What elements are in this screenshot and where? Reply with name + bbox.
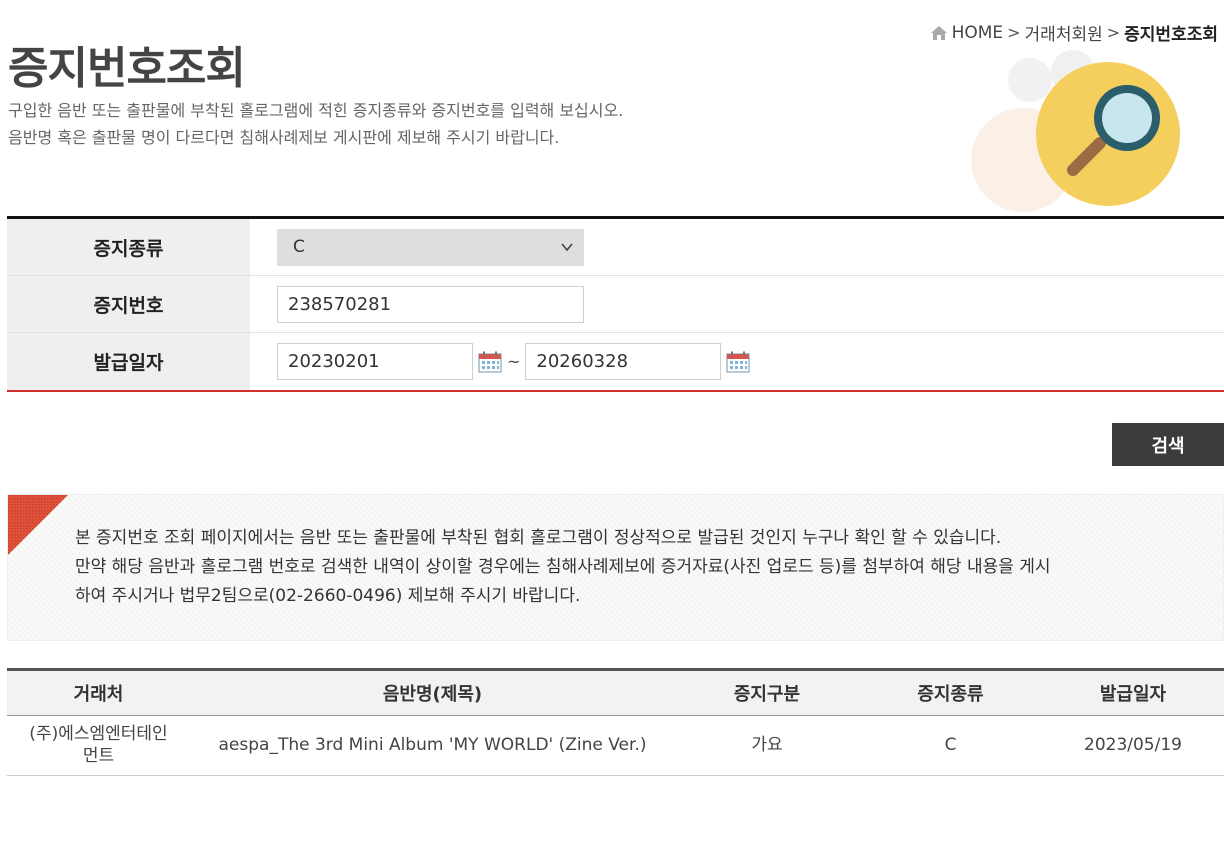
table-header-row: 거래처 음반명(제목) 증지구분 증지종류 발급일자 xyxy=(7,671,1224,716)
corner-decoration-icon xyxy=(8,495,68,555)
column-header-category: 증지구분 xyxy=(675,671,859,716)
result-table: 거래처 음반명(제목) 증지구분 증지종류 발급일자 (주)에스엠엔터테인 먼트… xyxy=(7,668,1224,776)
calendar-icon[interactable] xyxy=(726,351,751,373)
notice-line: 만약 해당 음반과 홀로그램 번호로 검색한 내역이 상이할 경우에는 침해사례… xyxy=(75,557,1051,577)
notice-box: 본 증지번호 조회 페이지에서는 음반 또는 출판물에 부착된 협회 홀로그램이… xyxy=(7,494,1224,641)
cell-date: 2023/05/19 xyxy=(1042,715,1224,776)
page-description: 구입한 음반 또는 출판물에 부착된 홀로그램에 적힌 증지종류와 증지번호를 … xyxy=(8,97,623,151)
cell-title: aespa_The 3rd Mini Album 'MY WORLD' (Zin… xyxy=(190,715,675,776)
notice-text: 본 증지번호 조회 페이지에서는 음반 또는 출판물에 부착된 협회 홀로그램이… xyxy=(75,524,1051,611)
cell-category: 가요 xyxy=(675,715,859,776)
date-cell: 20230201 ~ 20260328 xyxy=(250,333,1224,390)
page-title: 증지번호조회 xyxy=(8,43,246,94)
number-cell: 238570281 xyxy=(250,276,1224,332)
form-row-number: 증지번호 238570281 xyxy=(7,276,1224,333)
cell-type: C xyxy=(859,715,1042,776)
date-to-input[interactable]: 20260328 xyxy=(525,343,722,380)
table-row: (주)에스엠엔터테인 먼트 aespa_The 3rd Mini Album '… xyxy=(7,715,1224,776)
type-cell: C xyxy=(250,219,1224,275)
column-header-title: 음반명(제목) xyxy=(190,671,675,716)
number-label: 증지번호 xyxy=(7,276,250,332)
description-line: 구입한 음반 또는 출판물에 부착된 홀로그램에 적힌 증지종류와 증지번호를 … xyxy=(8,101,624,120)
column-header-date: 발급일자 xyxy=(1042,671,1224,716)
type-label: 증지종류 xyxy=(7,219,250,275)
breadcrumb-separator-icon: > xyxy=(1106,23,1121,42)
type-select-value: C xyxy=(293,237,305,257)
magnifier-illustration xyxy=(971,50,1180,212)
vendor-line: (주)에스엠엔터테인 xyxy=(29,724,168,744)
form-row-type: 증지종류 C xyxy=(7,219,1224,276)
search-form: 증지종류 C 증지번호 238570281 발급일자 20230201 ~ 20… xyxy=(7,216,1224,392)
notice-line: 하여 주시거나 법무2팀으로(02-2660-0496) 제보해 주시기 바랍니… xyxy=(75,586,581,606)
vendor-line: 먼트 xyxy=(82,746,115,766)
home-icon[interactable] xyxy=(930,25,948,41)
breadcrumb-separator-icon: > xyxy=(1007,23,1021,42)
date-from-input[interactable]: 20230201 xyxy=(277,343,473,380)
column-header-vendor: 거래처 xyxy=(7,671,190,716)
column-header-type: 증지종류 xyxy=(859,671,1042,716)
number-input[interactable]: 238570281 xyxy=(277,285,584,323)
type-select[interactable]: C xyxy=(277,228,584,266)
calendar-icon[interactable] xyxy=(478,351,502,373)
chevron-down-icon xyxy=(561,243,573,252)
date-range-separator: ~ xyxy=(507,352,521,371)
description-line: 음반명 혹은 출판물 명이 다르다면 침해사례제보 게시판에 제보해 주시기 바… xyxy=(8,128,560,147)
form-row-date: 발급일자 20230201 ~ 20260328 xyxy=(7,333,1224,390)
notice-line: 본 증지번호 조회 페이지에서는 음반 또는 출판물에 부착된 협회 홀로그램이… xyxy=(75,528,1002,548)
breadcrumb-home[interactable]: HOME xyxy=(952,23,1004,43)
cell-vendor: (주)에스엠엔터테인 먼트 xyxy=(7,715,190,776)
search-button[interactable]: 검색 xyxy=(1112,423,1224,466)
date-label: 발급일자 xyxy=(7,333,250,390)
